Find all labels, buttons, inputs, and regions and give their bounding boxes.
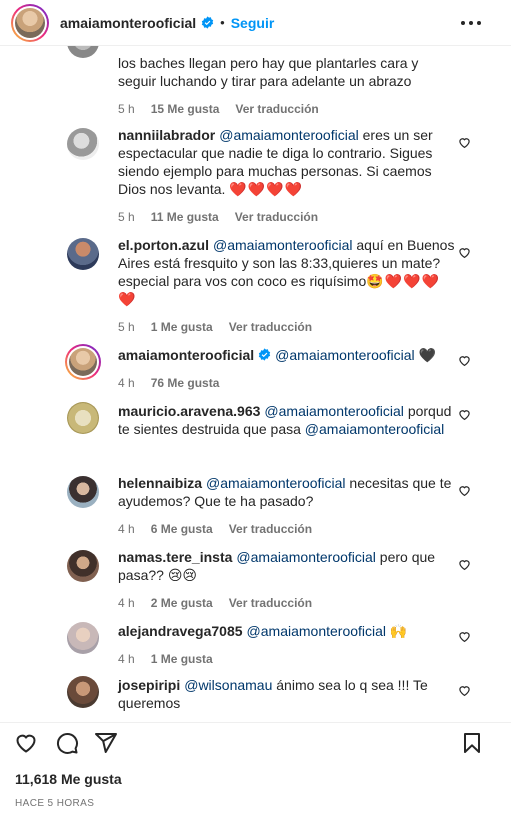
comment-time: 4 h [118, 376, 135, 390]
verified-badge-icon [258, 348, 271, 361]
mention-link[interactable]: @amaiamonterooficial [213, 237, 353, 253]
commenter-username[interactable]: el.porton.azul [118, 237, 209, 253]
more-options-icon[interactable] [461, 16, 481, 30]
likes-count[interactable]: 11,618 Me gusta [15, 771, 122, 787]
commenter-avatar[interactable] [65, 344, 101, 380]
commenter-avatar[interactable] [67, 550, 99, 582]
commenter-avatar[interactable] [67, 676, 99, 708]
comment-time: 4 h [118, 522, 135, 536]
commenter-username[interactable]: mauricio.aravena.963 [118, 403, 260, 419]
comment-likes[interactable]: 2 Me gusta [151, 594, 213, 612]
comment-time: 4 h [118, 596, 135, 610]
comment-item: amaiamonterooficial @amaiamonterooficial … [0, 344, 511, 398]
comment-emoji: 😢😢 [167, 567, 198, 583]
heart-icon[interactable] [458, 630, 471, 643]
commenter-username[interactable]: alejandravega7085 [118, 623, 243, 639]
comments-list[interactable]: los baches llegan pero hay que plantarle… [0, 46, 511, 722]
mention-link[interactable]: @amaiamonterooficial [264, 403, 404, 419]
mention-link[interactable]: @amaiamonterooficial [305, 421, 445, 437]
bookmark-icon[interactable] [460, 731, 484, 755]
mention-link[interactable]: @amaiamonterooficial [219, 127, 359, 143]
mention-link[interactable]: @wilsonamau [184, 677, 272, 693]
comment-icon[interactable] [55, 731, 79, 755]
comment-item: nanniilabrador @amaiamonterooficial eres … [0, 124, 511, 232]
post-actions: 11,618 Me gusta HACE 5 HORAS [0, 722, 511, 822]
heart-icon[interactable] [14, 731, 38, 755]
comment-time: 5 h [118, 102, 135, 116]
comment-time: 5 h [118, 320, 135, 334]
verified-badge-icon [201, 16, 214, 29]
comment-likes[interactable]: 76 Me gusta [151, 374, 220, 392]
translate-link[interactable]: Ver traducción [229, 520, 312, 538]
comment-item: los baches llegan pero hay que plantarle… [0, 46, 511, 118]
comment-item: namas.tere_insta @amaiamonterooficial per… [0, 546, 511, 612]
commenter-avatar[interactable] [67, 402, 99, 434]
comment-likes[interactable]: 6 Me gusta [151, 520, 213, 538]
post-header: amaiamonterooficial • Seguir [0, 0, 511, 46]
heart-icon[interactable] [458, 136, 471, 149]
comment-likes[interactable]: 11 Me gusta [151, 208, 219, 226]
author-avatar[interactable] [11, 3, 49, 42]
commenter-avatar[interactable] [67, 46, 99, 58]
translate-link[interactable]: Ver traducción [229, 318, 312, 336]
comment-likes[interactable]: 1 Me gusta [151, 650, 213, 668]
mention-link[interactable]: @amaiamonterooficial [206, 475, 346, 491]
mention-link[interactable]: @amaiamonterooficial [236, 549, 376, 565]
comment-likes[interactable]: 1 Me gusta [151, 318, 213, 336]
commenter-username[interactable]: helennaibiza [118, 475, 202, 491]
commenter-username[interactable]: josepiripi [118, 677, 180, 693]
follow-button[interactable]: Seguir [231, 15, 275, 31]
comment-item: el.porton.azul @amaiamonterooficial aquí … [0, 234, 511, 342]
commenter-avatar[interactable] [67, 622, 99, 654]
heart-icon[interactable] [458, 354, 471, 367]
heart-icon[interactable] [458, 246, 471, 259]
commenter-username[interactable]: namas.tere_insta [118, 549, 232, 565]
comment-item: josepiripi @wilsonamau ánimo sea lo q sea… [0, 674, 511, 722]
author-username[interactable]: amaiamonterooficial [60, 15, 196, 31]
comment-time: 4 h [118, 652, 135, 666]
heart-icon[interactable] [458, 684, 471, 697]
heart-icon[interactable] [458, 558, 471, 571]
commenter-avatar[interactable] [67, 476, 99, 508]
translate-link[interactable]: Ver traducción [235, 208, 318, 226]
header-separator: • [220, 15, 225, 30]
comment-item: alejandravega7085 @amaiamonterooficial 🙌 … [0, 620, 511, 670]
comment-text: los baches llegan pero hay que plantarle… [118, 55, 419, 89]
comment-likes[interactable]: 15 Me gusta [151, 100, 220, 118]
comment-emoji: 🙌 [389, 623, 408, 639]
heart-icon[interactable] [458, 484, 471, 497]
heart-icon[interactable] [458, 408, 471, 421]
mention-link[interactable]: @amaiamonterooficial [275, 347, 415, 363]
commenter-avatar[interactable] [67, 238, 99, 270]
commenter-username[interactable]: nanniilabrador [118, 127, 215, 143]
post-time: HACE 5 HORAS [15, 798, 95, 809]
comment-item: helennaibiza @amaiamonterooficial necesit… [0, 472, 511, 538]
comment-emoji: ❤️❤️❤️❤️ [229, 181, 304, 197]
comment-emoji: 🖤 [418, 347, 436, 363]
share-icon[interactable] [94, 731, 118, 755]
mention-link[interactable]: @amaiamonterooficial [247, 623, 387, 639]
commenter-username[interactable]: amaiamonterooficial [118, 347, 254, 363]
comment-time: 5 h [118, 210, 135, 224]
translate-link[interactable]: Ver traducción [229, 594, 312, 612]
commenter-avatar[interactable] [67, 128, 99, 160]
comment-item: mauricio.aravena.963 @amaiamonterooficial… [0, 400, 511, 440]
translate-link[interactable]: Ver traducción [235, 100, 318, 118]
